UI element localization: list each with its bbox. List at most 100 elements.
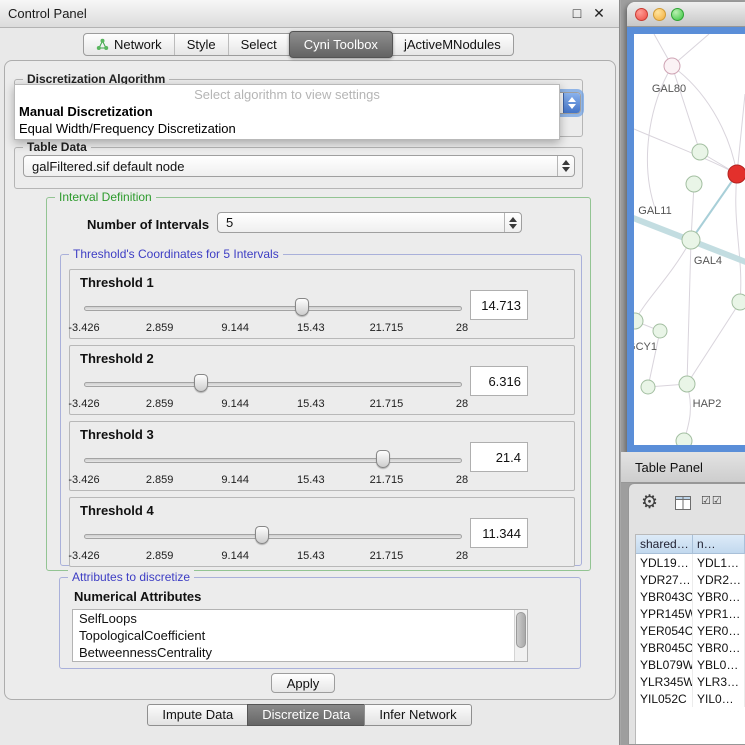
close-traffic-light-icon[interactable] (635, 8, 648, 21)
float-window-icon[interactable]: □ (569, 5, 585, 21)
slider-track[interactable] (84, 458, 462, 463)
tick-label: 9.144 (221, 550, 249, 562)
tab-select[interactable]: Select (229, 34, 290, 55)
table-cell[interactable]: YER0… (693, 622, 745, 639)
table-cell[interactable]: YBR043C (636, 588, 693, 605)
table-cell[interactable]: YBR045C (636, 639, 693, 656)
threshold-2-slider[interactable]: -3.426 2.859 9.144 15.43 21.715 28 (84, 372, 462, 412)
threshold-3-value[interactable]: 21.4 (470, 442, 528, 472)
slider-track[interactable] (84, 534, 462, 539)
threshold-3-slider[interactable]: -3.426 2.859 9.144 15.43 21.715 28 (84, 448, 462, 488)
table-cell[interactable]: YBR0… (693, 639, 745, 656)
tick-label: 21.715 (370, 322, 404, 334)
control-panel-tab-bar: Network Style Select Cyni Toolbox jActiv… (83, 33, 514, 56)
column-header-name[interactable]: n… (693, 535, 745, 554)
slider-thumb[interactable] (194, 374, 208, 392)
node[interactable] (686, 176, 702, 192)
node-hap2[interactable] (679, 376, 695, 392)
close-window-icon[interactable]: ✕ (591, 5, 607, 22)
gear-icon[interactable]: ⚙ (641, 492, 658, 514)
tab-network[interactable]: Network (84, 34, 175, 55)
combo-stepper-icon[interactable] (557, 156, 574, 176)
table-cell[interactable]: YIL052C (636, 690, 693, 707)
columns-icon[interactable] (675, 496, 691, 510)
node-label-gal4: GAL4 (694, 255, 722, 267)
list-item-topologicalcoefficient[interactable]: TopologicalCoefficient (73, 627, 527, 644)
tab-infer-network[interactable]: Infer Network (364, 704, 471, 726)
popup-option-equal-width-frequency[interactable]: Equal Width/Frequency Discretization (15, 120, 559, 137)
node[interactable] (676, 433, 692, 445)
node-gal80[interactable] (664, 58, 680, 74)
column-header-shared-name[interactable]: shared… (636, 535, 693, 554)
threshold-1-slider[interactable]: -3.426 2.859 9.144 15.43 21.715 28 (84, 296, 462, 336)
node[interactable] (641, 380, 655, 394)
node-gal4[interactable] (682, 231, 700, 249)
table-row[interactable]: YER054C YER0… (636, 622, 745, 639)
threshold-2-panel: Threshold 2 -3.426 2.859 9.144 15.43 21.… (69, 345, 575, 415)
table-row[interactable]: YBL079W YBL0… (636, 656, 745, 673)
tab-jactivemnodules[interactable]: jActiveMNodules (392, 34, 513, 55)
scrollbar-thumb[interactable] (516, 612, 526, 648)
table-row[interactable]: YIL052C YIL0… (636, 690, 745, 707)
combo-stepper-icon[interactable] (563, 93, 580, 113)
network-canvas[interactable]: GAL80 GAL11 GAL4 GCY1 HAP2 (634, 34, 745, 445)
table-cell[interactable]: YBL0… (693, 656, 745, 673)
table-row[interactable]: YLR345W YLR3… (636, 673, 745, 690)
threshold-1-value[interactable]: 14.713 (470, 290, 528, 320)
tab-style[interactable]: Style (175, 34, 229, 55)
table-cell[interactable]: YBL079W (636, 656, 693, 673)
control-panel-title: Control Panel (8, 6, 87, 21)
slider-track[interactable] (84, 306, 462, 311)
threshold-2-value[interactable]: 6.316 (470, 366, 528, 396)
node-gcy1[interactable] (634, 313, 643, 329)
node-label-gal11: GAL11 (638, 205, 671, 217)
node[interactable] (653, 324, 667, 338)
slider-track[interactable] (84, 382, 462, 387)
node[interactable] (732, 294, 745, 310)
list-item-betweennesscentrality[interactable]: BetweennessCentrality (73, 644, 527, 661)
table-row[interactable]: YBR045C YBR0… (636, 639, 745, 656)
zoom-traffic-light-icon[interactable] (671, 8, 684, 21)
tick-label: 21.715 (370, 474, 404, 486)
table-cell[interactable]: YLR3… (693, 673, 745, 690)
tick-label: 15.43 (297, 322, 325, 334)
tick-label: 28 (456, 398, 468, 410)
number-of-intervals-value: 5 (218, 215, 504, 230)
table-cell[interactable]: YLR345W (636, 673, 693, 690)
table-data-select[interactable]: galFiltered.sif default node (23, 155, 575, 177)
tab-cyni-toolbox[interactable]: Cyni Toolbox (289, 31, 393, 58)
list-scrollbar[interactable] (514, 610, 527, 661)
table-cell[interactable]: YDR27… (636, 571, 693, 588)
table-cell[interactable]: YDR2… (693, 571, 745, 588)
node[interactable] (692, 144, 708, 160)
combo-stepper-icon[interactable] (504, 213, 521, 232)
threshold-4-value[interactable]: 11.344 (470, 518, 528, 548)
table-row[interactable]: YDR27… YDR2… (636, 571, 745, 588)
popup-option-manual-discretization[interactable]: Manual Discretization (15, 103, 559, 120)
number-of-intervals-select[interactable]: 5 (217, 212, 522, 233)
slider-thumb[interactable] (376, 450, 390, 468)
tab-discretize-data[interactable]: Discretize Data (247, 704, 365, 726)
table-cell[interactable]: YIL0… (693, 690, 745, 707)
table-cell[interactable]: YPR145W (636, 605, 693, 622)
table-row[interactable]: YBR043C YBR0… (636, 588, 745, 605)
slider-thumb[interactable] (295, 298, 309, 316)
tab-network-label: Network (114, 37, 162, 52)
slider-thumb[interactable] (255, 526, 269, 544)
minimize-traffic-light-icon[interactable] (653, 8, 666, 21)
table-cell[interactable]: YDL19… (636, 554, 693, 571)
threshold-4-slider[interactable]: -3.426 2.859 9.144 15.43 21.715 28 (84, 524, 462, 564)
tab-jactivemnodules-label: jActiveMNodules (404, 37, 501, 52)
select-attributes-icon[interactable]: ☑☑ (701, 494, 723, 507)
table-cell[interactable]: YER054C (636, 622, 693, 639)
list-item-selfloops[interactable]: SelfLoops (73, 610, 527, 627)
table-row[interactable]: YDL19… YDL1… (636, 554, 745, 571)
apply-button[interactable]: Apply (271, 673, 335, 693)
tab-impute-data[interactable]: Impute Data (147, 704, 248, 726)
tick-label: -3.426 (68, 550, 99, 562)
table-cell[interactable]: YPR1… (693, 605, 745, 622)
selected-node[interactable] (728, 165, 745, 183)
table-row[interactable]: YPR145W YPR1… (636, 605, 745, 622)
table-cell[interactable]: YBR0… (693, 588, 745, 605)
table-cell[interactable]: YDL1… (693, 554, 745, 571)
